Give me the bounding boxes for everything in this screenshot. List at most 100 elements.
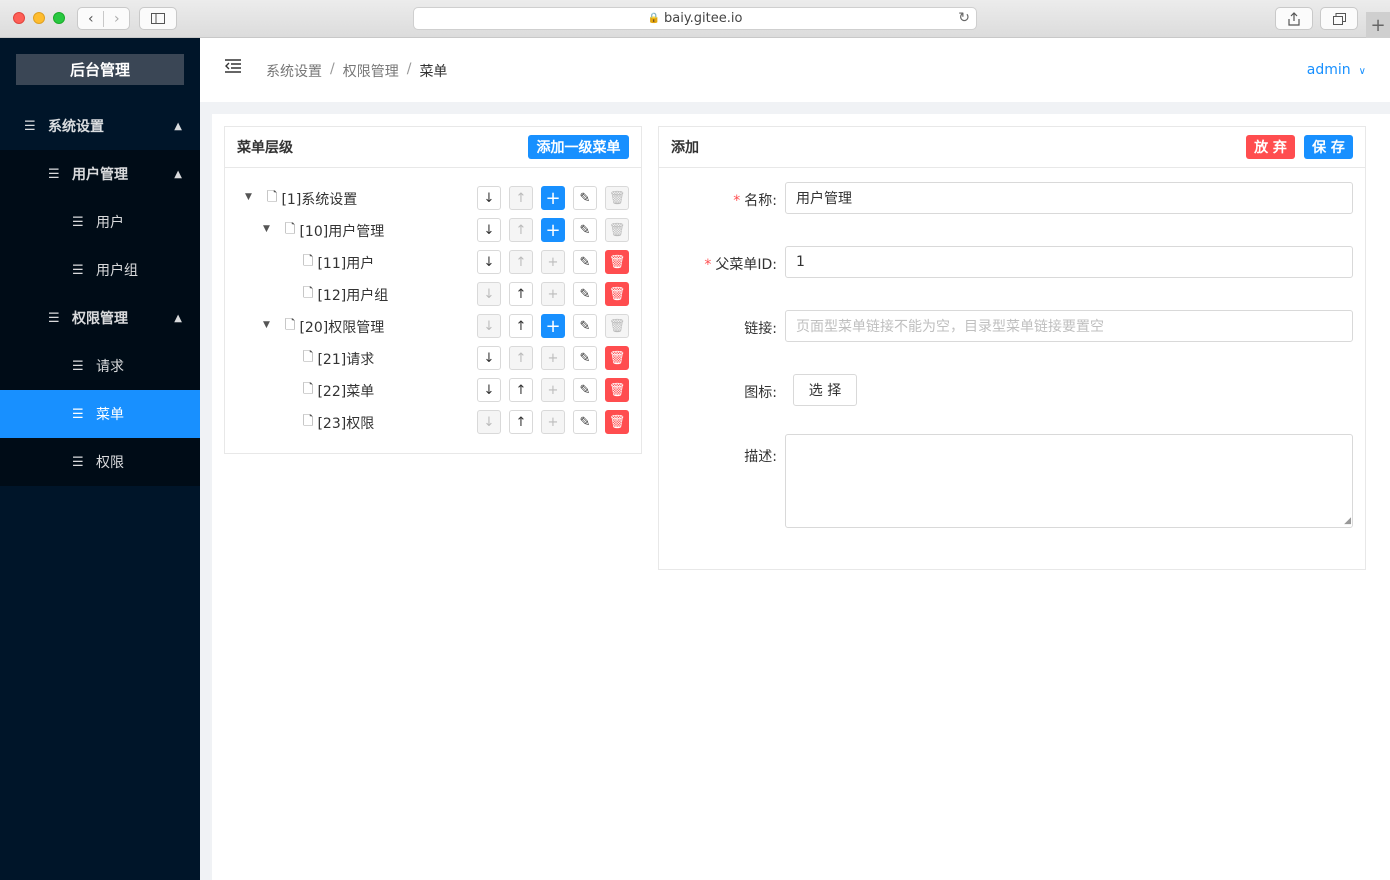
move-up-icon[interactable]: ↑: [509, 314, 533, 338]
discard-button[interactable]: 放 弃: [1246, 135, 1295, 159]
move-down-icon[interactable]: ↓: [477, 378, 501, 402]
add-child-icon[interactable]: +: [541, 346, 565, 370]
add-child-icon[interactable]: +: [541, 250, 565, 274]
caret-down-icon[interactable]: ▼: [245, 192, 252, 202]
sidebar-item-system-settings[interactable]: ☰ 系统设置 ▲: [0, 102, 200, 150]
file-icon: 🗋: [303, 350, 314, 365]
add-child-icon[interactable]: +: [541, 378, 565, 402]
tree-node: 🗋 [11]用户 ↓ ↑ + ✎ 🗑: [225, 246, 641, 278]
forward-icon[interactable]: ›: [103, 10, 129, 27]
back-icon[interactable]: ‹: [78, 11, 103, 27]
edit-icon[interactable]: ✎: [573, 346, 597, 370]
sidebar-item-permission-management[interactable]: ☰ 权限管理 ▲: [0, 294, 200, 342]
close-window-button[interactable]: [13, 12, 25, 24]
edit-icon[interactable]: ✎: [573, 410, 597, 434]
sidebar-toggle-icon[interactable]: [139, 7, 177, 30]
add-child-icon[interactable]: +: [541, 218, 565, 242]
chevron-up-icon: ▲: [174, 168, 182, 180]
add-child-icon[interactable]: +: [541, 314, 565, 338]
minimize-window-button[interactable]: [33, 12, 45, 24]
edit-icon[interactable]: ✎: [573, 314, 597, 338]
edit-icon[interactable]: ✎: [573, 186, 597, 210]
sidebar-item-label: 系统设置: [48, 119, 104, 135]
move-up-icon[interactable]: ↑: [509, 410, 533, 434]
tree-node-title[interactable]: 🗋 [20]权限管理: [285, 316, 384, 338]
move-up-icon[interactable]: ↑: [509, 282, 533, 306]
share-icon[interactable]: [1275, 7, 1313, 30]
delete-icon[interactable]: 🗑: [605, 314, 629, 338]
move-up-icon[interactable]: ↑: [509, 346, 533, 370]
add-child-icon[interactable]: +: [541, 410, 565, 434]
sidebar-item-user-management[interactable]: ☰ 用户管理 ▲: [0, 150, 200, 198]
parent-id-field[interactable]: 1: [785, 246, 1353, 278]
sidebar-item-users[interactable]: ☰ 用户: [0, 198, 200, 246]
sidebar-item-requests[interactable]: ☰ 请求: [0, 342, 200, 390]
list-icon: ☰: [72, 214, 84, 230]
delete-icon[interactable]: 🗑: [605, 346, 629, 370]
sidebar: 后台管理 ☰ 系统设置 ▲ ☰ 用户管理 ▲ ☰ 用户 ☰ 用户组 ☰ 权限管理…: [0, 38, 200, 880]
tree-node-title[interactable]: 🗋 [22]菜单: [303, 380, 374, 402]
zoom-window-button[interactable]: [53, 12, 65, 24]
username: admin: [1306, 62, 1351, 78]
move-up-icon[interactable]: ↑: [509, 250, 533, 274]
tree-node-label: [11]用户: [317, 256, 375, 272]
edit-icon[interactable]: ✎: [573, 250, 597, 274]
description-textarea[interactable]: ◢: [785, 434, 1353, 528]
tree-node-label: [21]请求: [317, 352, 375, 368]
edit-icon[interactable]: ✎: [573, 282, 597, 306]
user-menu[interactable]: admin ∨: [1307, 62, 1366, 78]
add-top-menu-button[interactable]: 添加一级菜单: [528, 135, 629, 159]
resize-handle-icon[interactable]: ◢: [1344, 516, 1351, 526]
breadcrumb-item[interactable]: 系统设置: [266, 61, 322, 81]
delete-icon[interactable]: 🗑: [605, 250, 629, 274]
delete-icon[interactable]: 🗑: [605, 378, 629, 402]
edit-icon[interactable]: ✎: [573, 378, 597, 402]
list-icon: ☰: [48, 166, 60, 182]
link-field[interactable]: 页面型菜单链接不能为空，目录型菜单链接要置空: [785, 310, 1353, 342]
move-up-icon[interactable]: ↑: [509, 218, 533, 242]
menu-form-card: 添加 放 弃 保 存 * 名称: 用户管理 * 父菜单ID: 1 链接: 页面型菜单…: [658, 126, 1366, 570]
tree-node-title[interactable]: 🗋 [1]系统设置: [267, 188, 357, 210]
tree-node-label: [10]用户管理: [299, 224, 385, 240]
tree-node-title[interactable]: 🗋 [21]请求: [303, 348, 374, 370]
caret-down-icon[interactable]: ▼: [263, 320, 270, 330]
tree-node-title[interactable]: 🗋 [11]用户: [303, 252, 374, 274]
move-down-icon[interactable]: ↓: [477, 186, 501, 210]
sidebar-item-permissions[interactable]: ☰ 权限: [0, 438, 200, 486]
address-bar[interactable]: 🔒 baiy.gitee.io ↻: [413, 7, 977, 30]
file-icon: 🗋: [285, 318, 296, 333]
tree-node-title[interactable]: 🗋 [12]用户组: [303, 284, 388, 306]
list-icon: ☰: [72, 262, 84, 278]
delete-icon[interactable]: 🗑: [605, 410, 629, 434]
move-down-icon[interactable]: ↓: [477, 250, 501, 274]
reload-icon[interactable]: ↻: [958, 10, 970, 26]
move-down-icon[interactable]: ↓: [477, 346, 501, 370]
delete-icon[interactable]: 🗑: [605, 186, 629, 210]
sidebar-item-menus[interactable]: ☰ 菜单: [0, 390, 200, 438]
move-down-icon[interactable]: ↓: [477, 410, 501, 434]
tree-node: 🗋 [21]请求 ↓ ↑ + ✎ 🗑: [225, 342, 641, 374]
menu-fold-icon[interactable]: [224, 58, 242, 79]
new-tab-button[interactable]: +: [1366, 12, 1390, 38]
edit-icon[interactable]: ✎: [573, 218, 597, 242]
name-field[interactable]: 用户管理: [785, 182, 1353, 214]
add-child-icon[interactable]: +: [541, 282, 565, 306]
tree-node-title[interactable]: 🗋 [10]用户管理: [285, 220, 384, 242]
delete-icon[interactable]: 🗑: [605, 218, 629, 242]
add-child-icon[interactable]: +: [541, 186, 565, 210]
caret-down-icon[interactable]: ▼: [263, 224, 270, 234]
breadcrumb-item[interactable]: 权限管理: [343, 61, 399, 81]
tabs-overview-icon[interactable]: [1320, 7, 1358, 30]
save-button[interactable]: 保 存: [1304, 135, 1353, 159]
sidebar-item-label: 权限管理: [72, 311, 128, 327]
move-up-icon[interactable]: ↑: [509, 378, 533, 402]
file-icon: 🗋: [303, 286, 314, 301]
move-down-icon[interactable]: ↓: [477, 218, 501, 242]
move-down-icon[interactable]: ↓: [477, 282, 501, 306]
tree-node-title[interactable]: 🗋 [23]权限: [303, 412, 374, 434]
sidebar-item-user-groups[interactable]: ☰ 用户组: [0, 246, 200, 294]
move-up-icon[interactable]: ↑: [509, 186, 533, 210]
icon-select-button[interactable]: 选 择: [793, 374, 857, 406]
delete-icon[interactable]: 🗑: [605, 282, 629, 306]
move-down-icon[interactable]: ↓: [477, 314, 501, 338]
